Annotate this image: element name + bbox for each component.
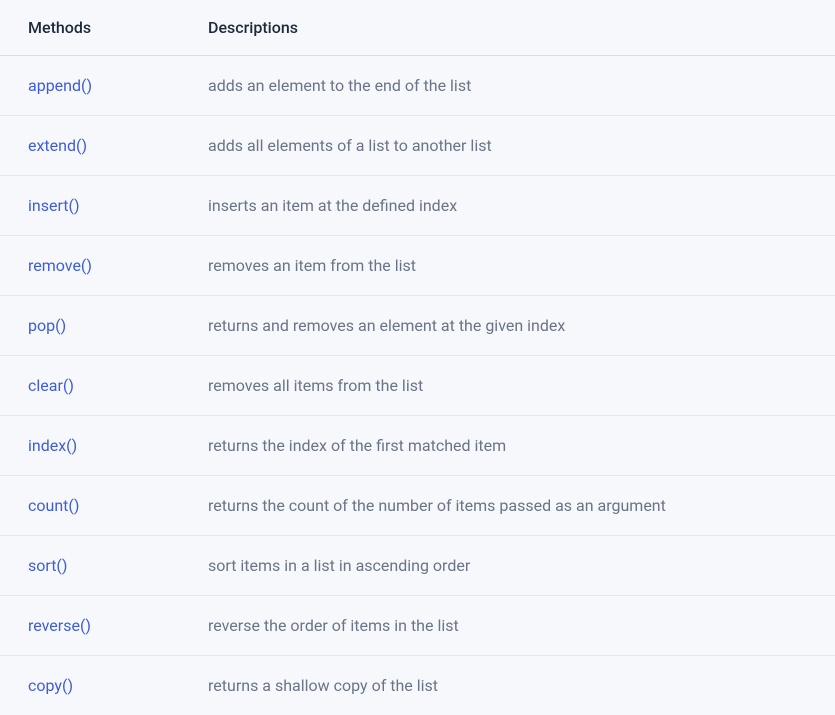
table-header-row: Methods Descriptions [0,0,835,56]
method-cell: index() [0,416,180,476]
header-descriptions: Descriptions [180,0,835,56]
method-cell: sort() [0,536,180,596]
method-cell: copy() [0,656,180,715]
table-row: extend() adds all elements of a list to … [0,116,835,176]
method-cell: count() [0,476,180,536]
description-cell: sort items in a list in ascending order [180,536,835,596]
table-row: clear() removes all items from the list [0,356,835,416]
method-link-count[interactable]: count() [28,496,79,515]
method-cell: remove() [0,236,180,296]
method-cell: clear() [0,356,180,416]
table-row: reverse() reverse the order of items in … [0,596,835,656]
table-row: append() adds an element to the end of t… [0,56,835,116]
method-cell: pop() [0,296,180,356]
description-cell: adds an element to the end of the list [180,56,835,116]
method-link-index[interactable]: index() [28,436,77,455]
description-cell: returns the count of the number of items… [180,476,835,536]
method-link-clear[interactable]: clear() [28,376,74,395]
method-link-copy[interactable]: copy() [28,676,73,695]
description-cell: removes an item from the list [180,236,835,296]
description-cell: adds all elements of a list to another l… [180,116,835,176]
method-cell: insert() [0,176,180,236]
method-cell: extend() [0,116,180,176]
methods-table-container: Methods Descriptions append() adds an el… [0,0,835,715]
table-row: insert() inserts an item at the defined … [0,176,835,236]
method-link-extend[interactable]: extend() [28,136,87,155]
description-cell: returns the index of the first matched i… [180,416,835,476]
table-row: sort() sort items in a list in ascending… [0,536,835,596]
table-row: copy() returns a shallow copy of the lis… [0,656,835,715]
header-methods: Methods [0,0,180,56]
description-cell: returns and removes an element at the gi… [180,296,835,356]
method-link-append[interactable]: append() [28,76,92,95]
method-link-sort[interactable]: sort() [28,556,67,575]
method-link-reverse[interactable]: reverse() [28,616,91,635]
description-cell: inserts an item at the defined index [180,176,835,236]
method-cell: append() [0,56,180,116]
table-row: pop() returns and removes an element at … [0,296,835,356]
description-cell: removes all items from the list [180,356,835,416]
table-row: index() returns the index of the first m… [0,416,835,476]
method-link-remove[interactable]: remove() [28,256,92,275]
table-row: remove() removes an item from the list [0,236,835,296]
description-cell: reverse the order of items in the list [180,596,835,656]
description-cell: returns a shallow copy of the list [180,656,835,715]
method-link-pop[interactable]: pop() [28,316,66,335]
method-link-insert[interactable]: insert() [28,196,80,215]
table-row: count() returns the count of the number … [0,476,835,536]
methods-table: Methods Descriptions append() adds an el… [0,0,835,715]
method-cell: reverse() [0,596,180,656]
